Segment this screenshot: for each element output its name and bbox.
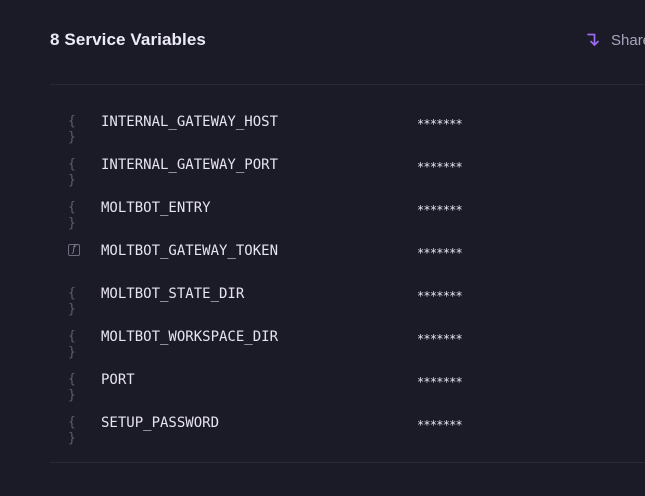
variable-value-masked[interactable]: ******* [417,416,463,434]
variable-row-moltbot-gateway-token[interactable]: f MOLTBOT_GATEWAY_TOKEN ******* [50,230,645,273]
variable-row-setup-password[interactable]: { } SETUP_PASSWORD ******* [50,402,645,446]
variable-row-port[interactable]: { } PORT ******* [50,359,645,403]
braces-icon: { } [68,329,77,360]
variable-name: MOLTBOT_ENTRY [101,200,211,216]
variable-row-internal-gateway-host[interactable]: { } INTERNAL_GATEWAY_HOST ******* [50,101,645,145]
variable-name: MOLTBOT_WORKSPACE_DIR [101,329,279,345]
braces-icon: { } [68,372,77,403]
function-icon: f [68,244,80,256]
variable-row-internal-gateway-port[interactable]: { } INTERNAL_GATEWAY_PORT ******* [50,144,645,188]
return-arrow-icon [587,33,599,46]
page-title: 8 Service Variables [50,30,206,49]
footer-divider [50,462,645,463]
variable-value-masked[interactable]: ******* [417,115,463,133]
header-divider [50,84,645,85]
variable-value-masked[interactable]: ******* [417,158,463,176]
variables-header: 8 Service Variables Share [0,0,645,84]
braces-icon: { } [68,114,77,145]
braces-icon: { } [68,200,77,231]
variable-name: INTERNAL_GATEWAY_PORT [101,157,279,173]
shared-variables-label: Share [611,31,645,49]
braces-icon: { } [68,157,77,188]
variable-value-masked[interactable]: ******* [417,287,463,305]
braces-icon: { } [68,415,77,446]
variable-value-masked[interactable]: ******* [417,201,463,219]
variable-value-masked[interactable]: ******* [417,244,463,262]
variable-list: { } INTERNAL_GATEWAY_HOST ******* { } IN… [50,101,645,446]
variable-name: PORT [101,372,135,388]
shared-variables-button[interactable]: Share [586,29,645,51]
braces-icon: { } [68,286,77,317]
variable-value-masked[interactable]: ******* [417,330,463,348]
variable-value-masked[interactable]: ******* [417,373,463,391]
variable-name: INTERNAL_GATEWAY_HOST [101,114,279,130]
variable-row-moltbot-workspace-dir[interactable]: { } MOLTBOT_WORKSPACE_DIR ******* [50,316,645,360]
variable-name: MOLTBOT_STATE_DIR [101,286,245,302]
variable-name: MOLTBOT_GATEWAY_TOKEN [101,243,279,259]
variable-row-moltbot-entry[interactable]: { } MOLTBOT_ENTRY ******* [50,187,645,231]
variable-name: SETUP_PASSWORD [101,415,220,431]
variable-row-moltbot-state-dir[interactable]: { } MOLTBOT_STATE_DIR ******* [50,273,645,317]
